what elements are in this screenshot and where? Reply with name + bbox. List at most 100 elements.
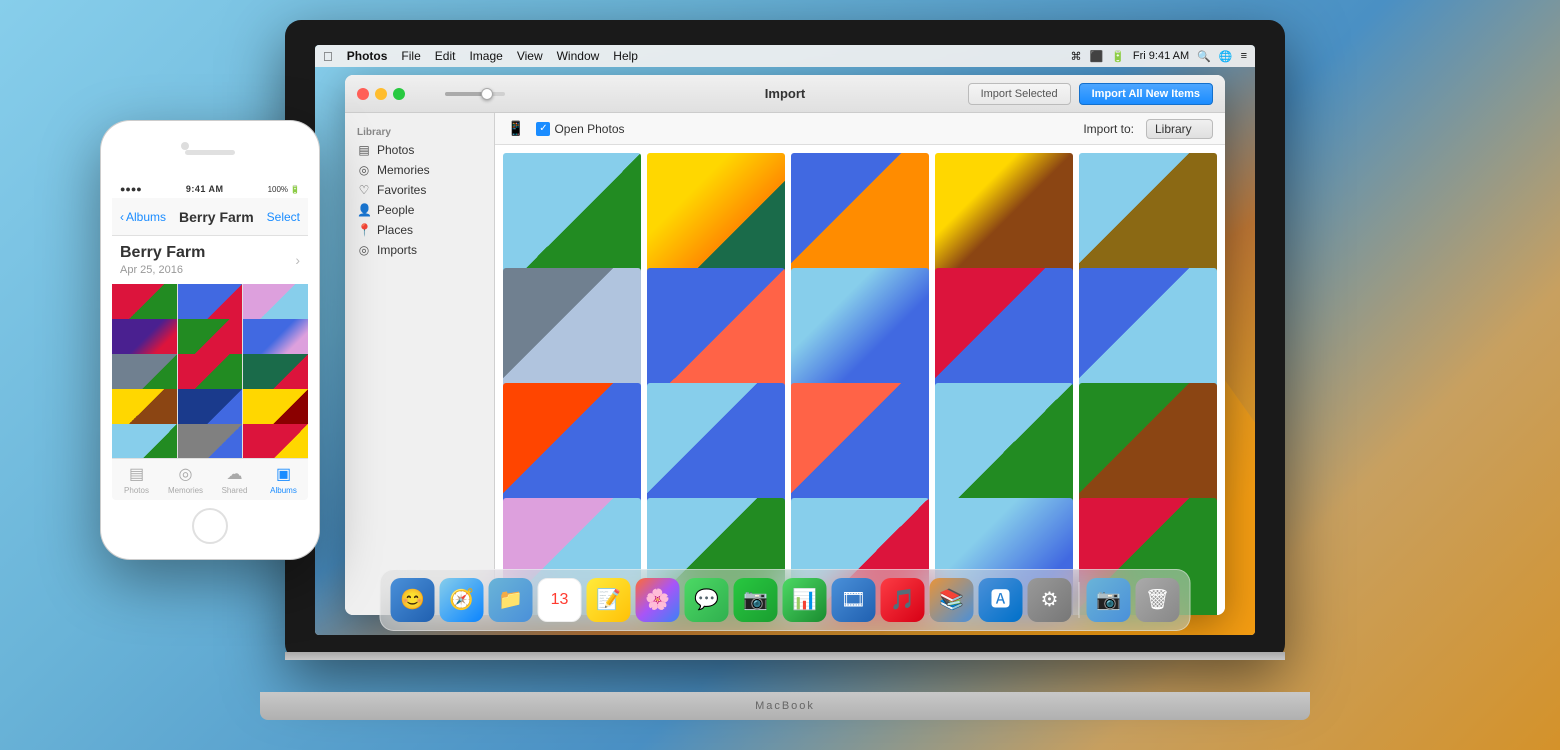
wifi-icon: ⌘: [1071, 50, 1082, 63]
window-title: Import: [765, 86, 805, 101]
laptop:  Photos File Edit Image View Window Hel…: [285, 20, 1285, 720]
main-content: 📱 ✓ Open Photos Import to: Library: [495, 113, 1225, 615]
search-icon[interactable]: 🔍: [1197, 50, 1211, 63]
dock-trash[interactable]: 🗑: [1136, 578, 1180, 622]
people-icon: 👤: [357, 203, 371, 217]
books-icon: 📚: [939, 590, 964, 610]
sidebar-item-favorites[interactable]: ♡ Favorites: [345, 180, 494, 200]
facetime-icon: 📷: [743, 590, 768, 610]
menu-window[interactable]: Window: [557, 49, 600, 63]
dock-books[interactable]: 📚: [930, 578, 974, 622]
photos2-icon: 📷: [1096, 590, 1121, 610]
dock-files[interactable]: 📁: [489, 578, 533, 622]
apple-menu[interactable]: : [323, 49, 333, 64]
iphone-album-date: Apr 25, 2016: [120, 264, 300, 276]
iphone-back-button[interactable]: ‹ Albums: [120, 210, 166, 224]
iphone-photo-thumb[interactable]: [178, 424, 243, 458]
dock-photos[interactable]: 🌸: [636, 578, 680, 622]
dock-appstore[interactable]: 🅰: [979, 578, 1023, 622]
music-icon: 🎵: [890, 590, 915, 610]
sidebar-label-people: People: [377, 203, 414, 217]
iphone-photo-thumb[interactable]: [112, 424, 177, 458]
dock: 😊 🧭 📁 13 📝 🌸: [380, 569, 1191, 631]
dock-photos2[interactable]: 📷: [1087, 578, 1131, 622]
photos-dock-icon: 🌸: [645, 590, 670, 610]
dock-music[interactable]: 🎵: [881, 578, 925, 622]
finder-icon: 😊: [400, 590, 425, 610]
dock-facetime[interactable]: 📷: [734, 578, 778, 622]
menubar-app-name[interactable]: Photos: [347, 49, 388, 63]
menu-edit[interactable]: Edit: [435, 49, 456, 63]
tab-memories-icon: ◎: [179, 464, 193, 484]
window-close-button[interactable]: [357, 88, 369, 100]
files-icon: 📁: [498, 590, 523, 610]
import-to-select[interactable]: Library: [1146, 119, 1213, 139]
dock-notes[interactable]: 📝: [587, 578, 631, 622]
zoom-slider[interactable]: [445, 92, 505, 96]
sidebar-item-imports[interactable]: ◎ Imports: [345, 240, 494, 260]
device-icon: 📱: [507, 120, 524, 137]
iphone-tab-photos[interactable]: ▤ Photos: [112, 464, 161, 495]
photos-icon: ▤: [357, 143, 371, 157]
iphone-album-header: Berry Farm Apr 25, 2016 ›: [112, 236, 308, 284]
sidebar-item-people[interactable]: 👤 People: [345, 200, 494, 220]
dock-settings[interactable]: ⚙: [1028, 578, 1072, 622]
keynote-icon: 🎞: [841, 590, 866, 610]
iphone-select-button[interactable]: Select: [267, 210, 300, 224]
places-icon: 📍: [357, 223, 371, 237]
notification-icon[interactable]: ≡: [1241, 50, 1247, 62]
menubar-left:  Photos File Edit Image View Window Hel…: [323, 49, 638, 64]
iphone-status-bar: ●●●● 9:41 AM 100% 🔋: [112, 180, 308, 198]
sidebar-item-places[interactable]: 📍 Places: [345, 220, 494, 240]
battery-percent: 100%: [268, 185, 288, 194]
sidebar-item-photos[interactable]: ▤ Photos: [345, 140, 494, 160]
open-photos-checkbox[interactable]: ✓ Open Photos: [536, 122, 624, 136]
tab-photos-icon: ▤: [129, 464, 144, 484]
dock-keynote[interactable]: 🎞: [832, 578, 876, 622]
import-selected-button[interactable]: Import Selected: [968, 83, 1071, 105]
iphone: ●●●● 9:41 AM 100% 🔋 ‹ Albums Berry Farm …: [100, 120, 320, 560]
iphone-tab-shared[interactable]: ☁ Shared: [210, 464, 259, 495]
battery-icon: 🔋: [1111, 50, 1125, 63]
iphone-home-button[interactable]: [192, 508, 228, 544]
iphone-camera: [181, 142, 189, 150]
dock-safari[interactable]: 🧭: [440, 578, 484, 622]
safari-icon: 🧭: [449, 590, 474, 610]
iphone-nav-title: Berry Farm: [166, 209, 267, 225]
dock-numbers[interactable]: 📊: [783, 578, 827, 622]
chevron-left-icon: ‹: [120, 210, 124, 224]
window-body: Library ▤ Photos ◎ Memories: [345, 113, 1225, 615]
window-maximize-button[interactable]: [393, 88, 405, 100]
dock-calendar[interactable]: 13: [538, 578, 582, 622]
sidebar-item-memories[interactable]: ◎ Memories: [345, 160, 494, 180]
menubar-time: Fri 9:41 AM: [1133, 50, 1189, 62]
siri-icon[interactable]: 🌐: [1219, 50, 1233, 63]
imports-icon: ◎: [357, 243, 371, 257]
tab-shared-icon: ☁: [227, 464, 243, 484]
trash-icon: 🗑: [1145, 590, 1170, 610]
tab-memories-label: Memories: [168, 486, 203, 495]
laptop-base: MacBook: [260, 692, 1310, 720]
iphone-tab-memories[interactable]: ◎ Memories: [161, 464, 210, 495]
battery-icon-small: 🔋: [290, 185, 300, 194]
calendar-icon: 13: [551, 592, 569, 608]
menu-help[interactable]: Help: [613, 49, 638, 63]
notes-icon: 📝: [596, 590, 621, 610]
menu-view[interactable]: View: [517, 49, 543, 63]
dock-messages[interactable]: 💬: [685, 578, 729, 622]
sidebar-section-title: Library: [345, 125, 494, 140]
window-minimize-button[interactable]: [375, 88, 387, 100]
iphone-tabbar: ▤ Photos ◎ Memories ☁ Shared ▣ Albums: [112, 458, 308, 500]
memories-icon: ◎: [357, 163, 371, 177]
menu-file[interactable]: File: [401, 49, 420, 63]
iphone-photo-thumb[interactable]: [243, 424, 308, 458]
menu-image[interactable]: Image: [469, 49, 502, 63]
iphone-tab-albums[interactable]: ▣ Albums: [259, 464, 308, 495]
macbook-label: MacBook: [755, 700, 815, 712]
airplay-icon: ⬛: [1090, 50, 1104, 63]
appstore-icon: 🅰: [991, 590, 1011, 610]
dock-finder[interactable]: 😊: [391, 578, 435, 622]
laptop-hinge: [285, 652, 1285, 660]
numbers-icon: 📊: [792, 590, 817, 610]
import-all-button[interactable]: Import All New Items: [1079, 83, 1213, 105]
